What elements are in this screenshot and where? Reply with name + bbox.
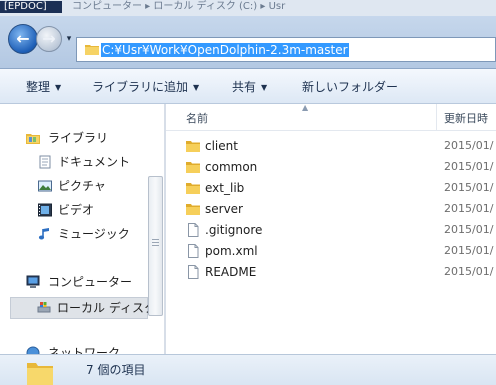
scrollbar-grip-icon [152, 239, 159, 248]
background-breadcrumb: コンピューター ▸ ローカル ディスク (C:) ▸ Usr [72, 1, 286, 12]
new-folder-button[interactable]: 新しいフォルダー [302, 79, 398, 95]
file-list: 名前 ▲ 更新日時 client 2015/01/common 2015/01/ex… [166, 103, 496, 354]
organize-button[interactable]: 整理 ▼ [26, 79, 61, 95]
share-button[interactable]: 共有 ▼ [232, 79, 267, 95]
folder-icon [85, 45, 99, 55]
organize-label: 整理 [26, 80, 51, 94]
file-name: README [205, 265, 257, 279]
item-count-text: 7 個の項目 [86, 363, 146, 377]
sidebar-item-label: ミュージック [58, 227, 130, 241]
file-row[interactable]: common 2015/01/ [166, 157, 496, 178]
file-date: 2015/01/ [444, 181, 494, 194]
folder-icon [186, 141, 200, 152]
sidebar-item-label: ローカル ディスク [57, 301, 156, 315]
chevron-down-icon: ▼ [193, 83, 200, 92]
sidebar-item-network[interactable]: ネットワーク [26, 344, 156, 354]
command-bar: 整理 ▼ ライブラリに追加 ▼ 共有 ▼ 新しいフォルダー [0, 69, 496, 104]
column-header-date[interactable]: 更新日時 [444, 110, 488, 126]
recent-pages-dropdown[interactable]: ▾ [64, 34, 74, 44]
back-arrow-icon: ← [16, 29, 30, 48]
share-label: 共有 [232, 80, 257, 94]
sidebar-item-documents[interactable]: ドキュメント [38, 153, 156, 171]
sidebar-item-libraries[interactable]: ライブラリ [26, 129, 156, 147]
file-row[interactable]: .gitignore 2015/01/ [166, 220, 496, 241]
add-to-library-button[interactable]: ライブラリに追加 ▼ [92, 79, 199, 95]
sort-ascending-icon: ▲ [302, 103, 309, 112]
navigation-pane: ライブラリ ドキュメント ピクチャ ビデオ ミュージック コンピューター ローカ… [0, 104, 164, 354]
folder-icon [186, 183, 200, 194]
music-note-icon [38, 228, 49, 240]
sidebar-item-label: ピクチャ [58, 179, 106, 193]
sidebar-item-local-disk[interactable]: ローカル ディスク [10, 297, 156, 319]
file-icon [188, 223, 199, 237]
chevron-down-icon: ▼ [55, 83, 62, 92]
sidebar-item-label: ドキュメント [58, 155, 131, 169]
column-header-row: 名前 ▲ 更新日時 [166, 103, 496, 131]
sidebar-item-label: ビデオ [58, 203, 95, 217]
sidebar-item-music[interactable]: ミュージック [38, 225, 156, 243]
chevron-down-icon: ▼ [261, 83, 268, 92]
file-date: 2015/01/ [444, 139, 494, 152]
sidebar-item-label: ライブラリ [48, 131, 109, 145]
file-name: server [205, 202, 243, 216]
file-row[interactable]: client 2015/01/ [166, 136, 496, 157]
address-bar[interactable]: C:¥Usr¥Work¥OpenDolphin-2.3m-master [76, 37, 496, 62]
navigation-pane-scrollbar[interactable] [148, 176, 163, 316]
column-divider[interactable] [436, 104, 437, 130]
file-name: pom.xml [205, 244, 258, 258]
file-name: ext_lib [205, 181, 245, 195]
folder-icon [186, 204, 200, 215]
file-date: 2015/01/ [444, 244, 494, 257]
file-row[interactable]: pom.xml 2015/01/ [166, 241, 496, 262]
taskbar-tab[interactable]: [EPDOC] [0, 1, 62, 13]
column-header-name[interactable]: 名前 [186, 110, 208, 126]
file-date: 2015/01/ [444, 265, 494, 278]
library-icon [26, 134, 40, 144]
new-folder-label: 新しいフォルダー [302, 80, 399, 94]
picture-icon [38, 180, 52, 192]
video-icon [38, 203, 52, 217]
drive-icon [37, 302, 51, 313]
forward-button[interactable]: → [36, 26, 62, 52]
sidebar-item-computer[interactable]: コンピューター [26, 273, 156, 291]
file-name: client [205, 139, 238, 153]
file-row[interactable]: server 2015/01/ [166, 199, 496, 220]
sidebar-item-videos[interactable]: ビデオ [38, 201, 156, 219]
file-icon [188, 265, 199, 279]
file-row[interactable]: README 2015/01/ [166, 262, 496, 283]
address-path-text[interactable]: C:¥Usr¥Work¥OpenDolphin-2.3m-master [101, 43, 349, 57]
file-name: common [205, 160, 258, 174]
file-date: 2015/01/ [444, 223, 494, 236]
file-icon [188, 244, 199, 258]
network-icon [26, 346, 40, 354]
computer-icon [26, 275, 40, 288]
sidebar-item-label: コンピューター [48, 275, 133, 289]
sidebar-item-label: ネットワーク [48, 346, 121, 354]
back-button[interactable]: ← [8, 24, 38, 54]
file-date: 2015/01/ [444, 202, 494, 215]
background-window-strip: [EPDOC] コンピューター ▸ ローカル ディスク (C:) ▸ Usr [0, 0, 496, 17]
folder-icon [186, 162, 200, 173]
status-bar: 7 個の項目 [0, 354, 496, 385]
forward-arrow-icon: → [42, 29, 56, 48]
file-date: 2015/01/ [444, 160, 494, 173]
file-name: .gitignore [205, 223, 263, 237]
folder-icon [27, 363, 53, 385]
file-row[interactable]: ext_lib 2015/01/ [166, 178, 496, 199]
add-to-library-label: ライブラリに追加 [92, 80, 189, 94]
sidebar-item-pictures[interactable]: ピクチャ [38, 177, 156, 195]
document-icon [39, 155, 51, 169]
